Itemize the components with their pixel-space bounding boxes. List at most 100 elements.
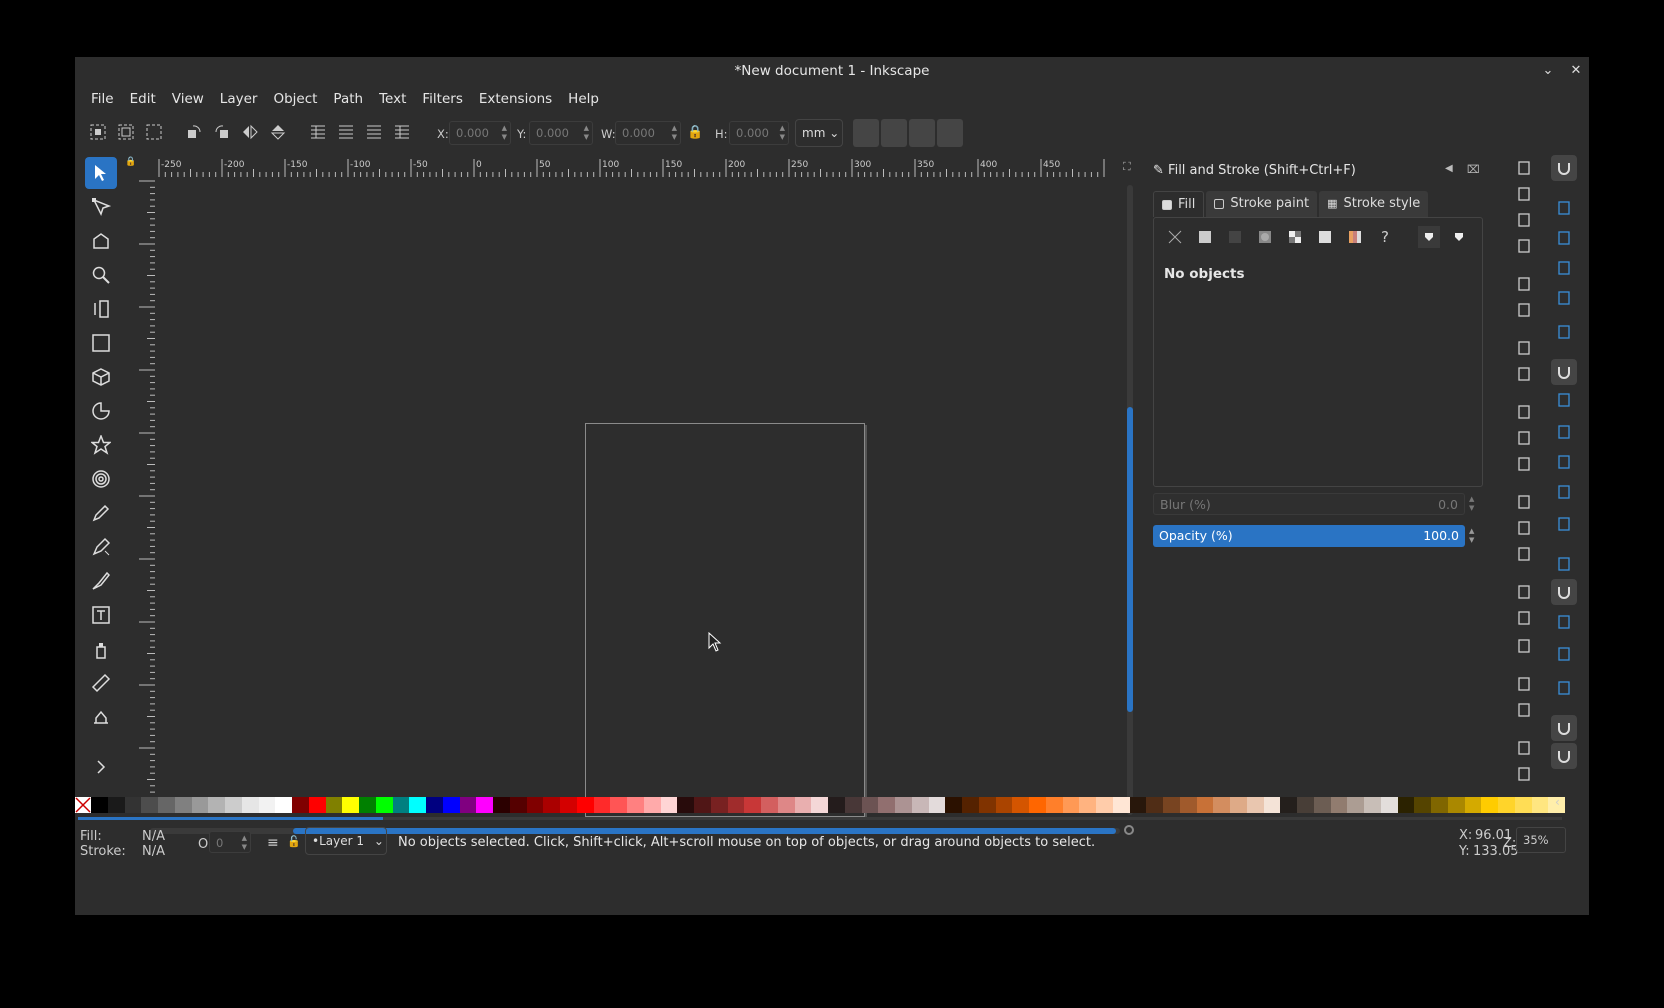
- color-swatch[interactable]: [844, 797, 862, 813]
- lock-ratio-icon[interactable]: 🔒: [687, 125, 703, 140]
- color-swatch[interactable]: [141, 797, 158, 813]
- color-swatch[interactable]: [761, 797, 778, 813]
- menu-extensions[interactable]: Extensions: [471, 87, 560, 111]
- pen-tool[interactable]: [85, 531, 117, 563]
- snap-page-border-icon[interactable]: [1551, 675, 1577, 701]
- spiral-tool[interactable]: [85, 463, 117, 495]
- color-swatch[interactable]: [409, 797, 426, 813]
- color-swatch[interactable]: [811, 797, 828, 813]
- tab-stroke-style[interactable]: ▦ Stroke style: [1319, 191, 1429, 217]
- 3d-box-tool[interactable]: [85, 361, 117, 393]
- export-icon[interactable]: [1511, 297, 1537, 323]
- zoom-page-icon[interactable]: [1511, 541, 1537, 567]
- bezier-shape-tool[interactable]: [85, 225, 117, 257]
- color-swatch[interactable]: [1230, 797, 1247, 813]
- snap-rotation-icon[interactable]: [1551, 609, 1577, 635]
- fill-rule-evenodd-icon[interactable]: [1418, 226, 1440, 248]
- more-commands-icon[interactable]: [1511, 761, 1537, 787]
- menu-edit[interactable]: Edit: [122, 87, 164, 111]
- snap-text-baseline-icon[interactable]: [1551, 641, 1577, 667]
- color-swatch[interactable]: [777, 797, 795, 813]
- edit-icon[interactable]: [1511, 735, 1537, 761]
- paint-bucket-tool[interactable]: [85, 701, 117, 733]
- calligraphy-tool[interactable]: [85, 565, 117, 597]
- color-swatch[interactable]: [911, 797, 929, 813]
- snap-path-icon[interactable]: [1551, 387, 1577, 413]
- print-icon[interactable]: [1511, 233, 1537, 259]
- color-swatch[interactable]: [1514, 797, 1532, 813]
- color-swatch[interactable]: [593, 797, 611, 813]
- canvas[interactable]: [155, 177, 1195, 817]
- color-swatch[interactable]: [1414, 797, 1431, 813]
- color-swatch[interactable]: [342, 797, 359, 813]
- opacity-spin-arrows[interactable]: ▲ ▼: [1469, 527, 1474, 545]
- layers-menu-icon[interactable]: ≡: [267, 835, 279, 851]
- vertical-scrollbar[interactable]: [1127, 185, 1133, 815]
- layer-lock-icon[interactable]: 🔓: [287, 835, 301, 848]
- snap-midpoint-icon[interactable]: [1551, 511, 1577, 537]
- color-swatch[interactable]: [1431, 797, 1448, 813]
- dock-float-icon[interactable]: ◀: [1445, 163, 1453, 174]
- color-swatch[interactable]: [1313, 797, 1331, 813]
- menu-layer[interactable]: Layer: [212, 87, 266, 111]
- color-swatch[interactable]: [208, 797, 225, 813]
- move-gradients-toggle[interactable]: [909, 119, 935, 147]
- color-swatch[interactable]: [543, 797, 560, 813]
- color-swatch[interactable]: [560, 797, 577, 813]
- layer-selector[interactable]: •Layer 1 ⌄: [305, 827, 387, 855]
- color-swatch[interactable]: [225, 797, 242, 813]
- vertical-scroll-thumb[interactable]: [1127, 407, 1133, 712]
- color-swatch[interactable]: [1029, 797, 1046, 813]
- color-swatch[interactable]: [392, 797, 410, 813]
- snap-others-icon[interactable]: [1551, 551, 1577, 577]
- snap-grid-icon[interactable]: [1551, 715, 1577, 741]
- h-field[interactable]: 0.000 ▲ ▼: [729, 121, 789, 145]
- flat-color-icon[interactable]: [1194, 226, 1216, 248]
- unlink-clone-icon[interactable]: [1511, 633, 1537, 659]
- lower-icon[interactable]: [335, 121, 357, 143]
- rotate-cw-90-icon[interactable]: [211, 121, 233, 143]
- rectangle-tool[interactable]: [85, 327, 117, 359]
- opacity-slider[interactable]: Opacity (%) 100.0: [1153, 525, 1465, 547]
- menu-path[interactable]: Path: [325, 87, 371, 111]
- no-color-swatch[interactable]: [75, 797, 91, 813]
- color-swatch[interactable]: [1079, 797, 1096, 813]
- raise-to-top-icon[interactable]: [391, 121, 413, 143]
- menu-file[interactable]: File: [83, 87, 122, 111]
- stroke-status-value[interactable]: N/A: [142, 844, 165, 859]
- color-swatch[interactable]: [275, 797, 292, 813]
- menu-filters[interactable]: Filters: [414, 87, 470, 111]
- dock-close-icon[interactable]: ⌧: [1467, 163, 1480, 176]
- color-swatch[interactable]: [308, 797, 326, 813]
- select-all-layers-icon[interactable]: [115, 121, 137, 143]
- document-page[interactable]: [585, 423, 865, 817]
- color-swatch[interactable]: [627, 797, 644, 813]
- measure-page-tool[interactable]: [85, 293, 117, 325]
- color-swatch[interactable]: [107, 797, 125, 813]
- unit-select[interactable]: mm ⌄: [795, 119, 843, 147]
- color-swatch[interactable]: [1146, 797, 1163, 813]
- w-field[interactable]: 0.000 ▲ ▼: [615, 121, 681, 145]
- star-tool[interactable]: [85, 429, 117, 461]
- close-icon[interactable]: ✕: [1569, 64, 1583, 78]
- scale-stroke-toggle[interactable]: [853, 119, 879, 147]
- color-swatch[interactable]: [1213, 797, 1230, 813]
- y-field[interactable]: 0.000 ▲ ▼: [529, 121, 593, 145]
- tab-stroke-paint[interactable]: Stroke paint: [1206, 191, 1318, 217]
- opacity-status-field[interactable]: 0 ▲ ▼: [209, 831, 251, 853]
- color-swatch[interactable]: [258, 797, 276, 813]
- guide-lock-icon[interactable]: 🔒: [125, 157, 136, 167]
- color-swatch[interactable]: [442, 797, 460, 813]
- color-swatch[interactable]: [895, 797, 912, 813]
- menu-text[interactable]: Text: [371, 87, 414, 111]
- raise-icon[interactable]: [363, 121, 385, 143]
- snap-cusp-icon[interactable]: [1551, 449, 1577, 475]
- color-swatch[interactable]: [1263, 797, 1281, 813]
- text-tool[interactable]: [85, 599, 117, 631]
- pattern-icon[interactable]: [1314, 226, 1336, 248]
- ungroup-icon[interactable]: [1511, 697, 1537, 723]
- toolbox-expand-icon[interactable]: [85, 751, 117, 783]
- color-swatch[interactable]: [359, 797, 376, 813]
- palette-scrollbar[interactable]: [78, 817, 1562, 820]
- snap-bbox-edge-icon[interactable]: [1551, 225, 1577, 251]
